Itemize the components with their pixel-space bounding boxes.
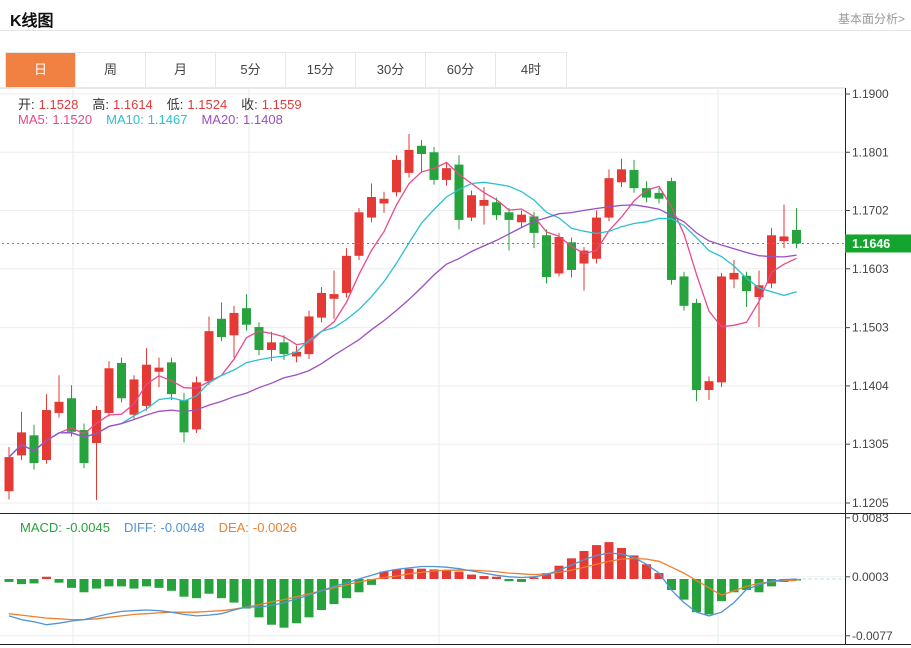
svg-text:1.1404: 1.1404 — [852, 379, 889, 393]
svg-text:1.1503: 1.1503 — [852, 321, 889, 335]
ma_display-ma5-label: MA5: — [18, 112, 48, 127]
macd-readout: MACD: -0.0045 DIFF:-0.0048 DEA: -0.0026 — [20, 520, 311, 535]
ohlc_display-high-value: 1.1614 — [113, 97, 153, 112]
tab-5分[interactable]: 5分 — [216, 53, 286, 87]
svg-text:1.1305: 1.1305 — [852, 437, 889, 451]
tab-周[interactable]: 周 — [76, 53, 146, 87]
macd_display-dea-value: -0.0026 — [253, 520, 297, 535]
svg-text:0.0003: 0.0003 — [852, 570, 889, 584]
svg-text:-0.0077: -0.0077 — [852, 629, 893, 643]
ohlc_display-close-value: 1.1559 — [262, 97, 302, 112]
ma_display-ma20-label: MA20: — [201, 112, 239, 127]
ma20-line — [9, 205, 797, 457]
ma_display-ma10-label: MA10: — [106, 112, 144, 127]
svg-text:1.1646: 1.1646 — [852, 237, 890, 251]
ohlc_display-low-value: 1.1524 — [187, 97, 227, 112]
macd_display-macd-label: MACD: — [20, 520, 62, 535]
ma_display-ma20-value: 1.1408 — [243, 112, 283, 127]
svg-text:0.0083: 0.0083 — [852, 513, 889, 525]
macd_display-macd-value: -0.0045 — [66, 520, 110, 535]
candles-layer — [5, 134, 802, 500]
tab-60分[interactable]: 60分 — [426, 53, 496, 87]
svg-text:1.1205: 1.1205 — [852, 496, 889, 510]
dea-line — [9, 558, 797, 619]
svg-text:1.1702: 1.1702 — [852, 204, 889, 218]
macd_display-diff-label: DIFF: — [124, 520, 157, 535]
ohlc-readout: 开: 1.1528 高: 1.1614 低:1.1524 收: 1.1559 — [18, 94, 316, 113]
svg-text:1.1603: 1.1603 — [852, 262, 889, 276]
tab-4时[interactable]: 4时 — [496, 53, 566, 87]
tab-日[interactable]: 日 — [6, 53, 76, 87]
tab-月[interactable]: 月 — [146, 53, 216, 87]
ma-readout: MA5: 1.1520 MA10: 1.1467 MA20: 1.1408 — [18, 112, 297, 127]
ohlc_display-close-label: 收: — [241, 97, 258, 112]
period-tabbar: 日周月5分15分30分60分4时 — [5, 52, 567, 88]
macd_display-diff-value: -0.0048 — [160, 520, 204, 535]
ohlc_display-high-label: 高: — [92, 97, 109, 112]
ma10-line — [9, 182, 797, 457]
svg-text:1.1900: 1.1900 — [852, 88, 889, 101]
page-title: K线图 — [10, 7, 54, 31]
header-divider — [0, 30, 911, 31]
ohlc_display-open-label: 开: — [18, 97, 35, 112]
ohlc_display-low-label: 低: — [167, 97, 184, 112]
fundamental-analysis-link[interactable]: 基本面分析> — [838, 10, 905, 27]
ma_display-ma5-value: 1.1520 — [52, 112, 92, 127]
price-chart[interactable]: 1.1900 1.1801 1.1702 1.1603 1.1503 1.1404 1.13… — [0, 88, 911, 513]
tab-30分[interactable]: 30分 — [356, 53, 426, 87]
tab-15分[interactable]: 15分 — [286, 53, 356, 87]
macd_display-dea-label: DEA: — [219, 520, 249, 535]
ma5-line — [9, 162, 797, 457]
ohlc_display-open-value: 1.1528 — [39, 97, 79, 112]
svg-text:1.1801: 1.1801 — [852, 145, 889, 159]
macd-axis-labels: 0.0083 0.0003 -0.0077 — [845, 513, 893, 643]
price-axis-labels: 1.1900 1.1801 1.1702 1.1603 1.1503 1.1404 1.13… — [845, 88, 889, 510]
current-price-tag: 1.1646 — [845, 234, 911, 252]
macd-histogram — [5, 542, 802, 628]
kline-page: { "header": { "title": "K线图", "link": "基… — [0, 0, 911, 648]
ma_display-ma10-value: 1.1467 — [148, 112, 188, 127]
diff-line — [9, 553, 797, 625]
